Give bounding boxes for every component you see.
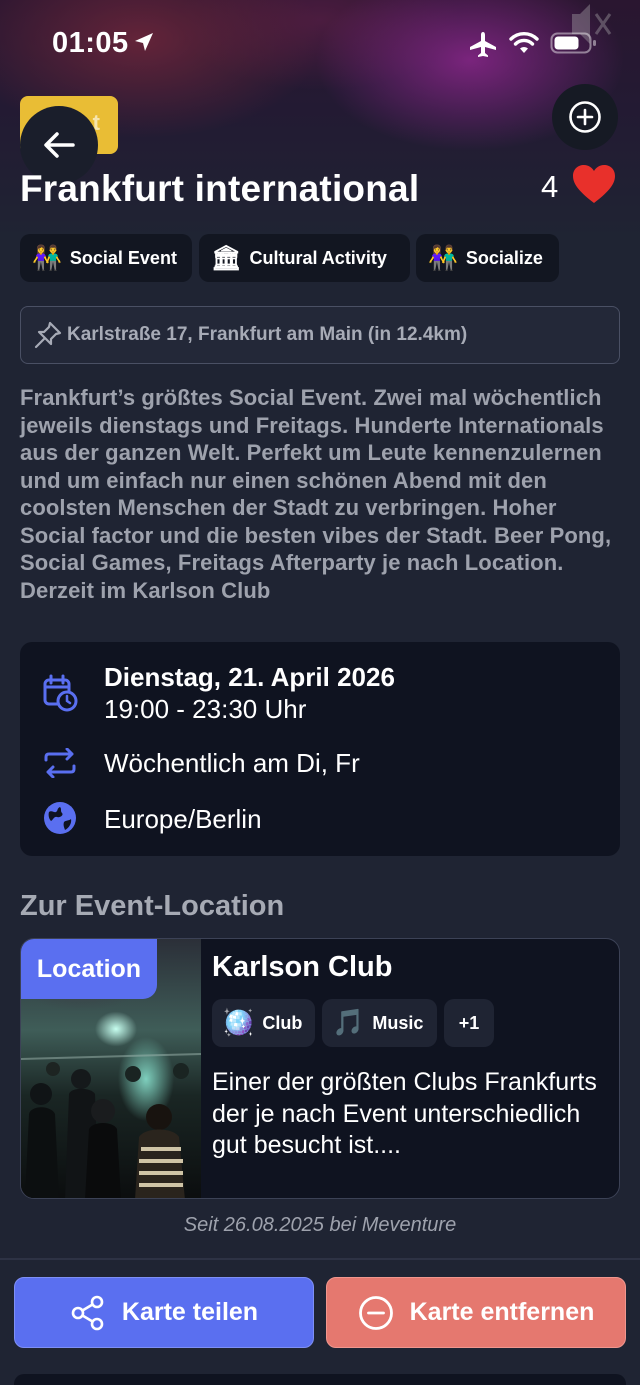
divider [0, 1258, 640, 1260]
location-tag-chip[interactable]: 🎵 Music [322, 999, 437, 1047]
location-section-title: Zur Event-Location [20, 890, 285, 922]
location-arrow-icon [135, 33, 153, 51]
location-tag-label: Music [372, 1012, 424, 1033]
remove-card-button[interactable]: Karte entfernen [326, 1277, 626, 1348]
more-tags-label: +1 [458, 1012, 480, 1033]
repeat-icon [44, 748, 76, 778]
more-tags-chip[interactable]: +1 [444, 999, 494, 1047]
status-bar: 01:05 [0, 0, 640, 88]
heart-icon[interactable] [571, 163, 617, 205]
calendar-clock-icon [43, 674, 78, 712]
event-date: Dienstag, 21. April 2026 [104, 662, 395, 692]
tag-label: Socialize [465, 247, 543, 268]
crowd-silhouettes [21, 1053, 201, 1198]
remove-card-label: Karte entfernen [409, 1298, 595, 1326]
like-count: 4 [541, 169, 559, 204]
disco-ball-icon: 🪩 [222, 1008, 255, 1038]
music-icon: 🎵 [332, 1008, 365, 1038]
status-time: 01:05 [52, 27, 129, 59]
event-timezone: Europe/Berlin [104, 804, 262, 834]
location-name: Karlson Club [212, 951, 393, 983]
arrow-left-icon [44, 132, 75, 158]
location-badge: Location [21, 939, 157, 999]
address-text: Karlstraße 17, Frankfurt am Main (in 12.… [67, 324, 468, 345]
museum-icon: 🏛 [211, 244, 242, 272]
tag-label: Cultural Activity [249, 247, 387, 268]
minus-circle-icon [358, 1295, 393, 1330]
tag-chip[interactable]: 👫 Socialize [416, 234, 559, 282]
tag-label: Social Event [69, 247, 177, 268]
add-button[interactable] [552, 84, 618, 150]
event-description: Frankfurt’s größtes Social Event. Zwei m… [20, 385, 612, 603]
battery-icon [550, 32, 596, 54]
share-card-button[interactable]: Karte teilen [14, 1277, 314, 1348]
people-icon: 👫 [32, 244, 62, 272]
event-time: 19:00 - 23:30 Uhr [104, 694, 307, 724]
location-card[interactable]: Location Karlson Club 🪩 Club 🎵 Music +1 … [20, 938, 620, 1199]
event-recurrence: Wöchentlich am Di, Fr [104, 748, 360, 778]
tag-chip[interactable]: 👫 Social Event [20, 234, 192, 282]
globe-icon [44, 802, 76, 834]
event-title: Frankfurt international [20, 168, 420, 209]
location-tag-chip[interactable]: 🪩 Club [212, 999, 315, 1047]
people-icon: 👫 [428, 244, 458, 272]
member-since-text: Seit 26.08.2025 bei Meventure [183, 1214, 457, 1236]
address-field[interactable]: Karlstraße 17, Frankfurt am Main (in 12.… [20, 306, 620, 364]
share-icon [71, 1295, 104, 1330]
location-description: Einer der größten Clubs Frankfurts der j… [212, 1068, 597, 1159]
plus-circle-icon [569, 101, 601, 133]
pin-icon [34, 321, 62, 349]
next-card-edge [14, 1374, 626, 1385]
airplane-icon [470, 32, 496, 57]
location-tag-label: Club [262, 1012, 303, 1033]
share-card-label: Karte teilen [121, 1298, 259, 1326]
schedule-card: Dienstag, 21. April 2026 19:00 - 23:30 U… [20, 642, 620, 856]
tag-chip[interactable]: 🏛 Cultural Activity [199, 234, 410, 282]
wifi-icon [509, 32, 539, 53]
